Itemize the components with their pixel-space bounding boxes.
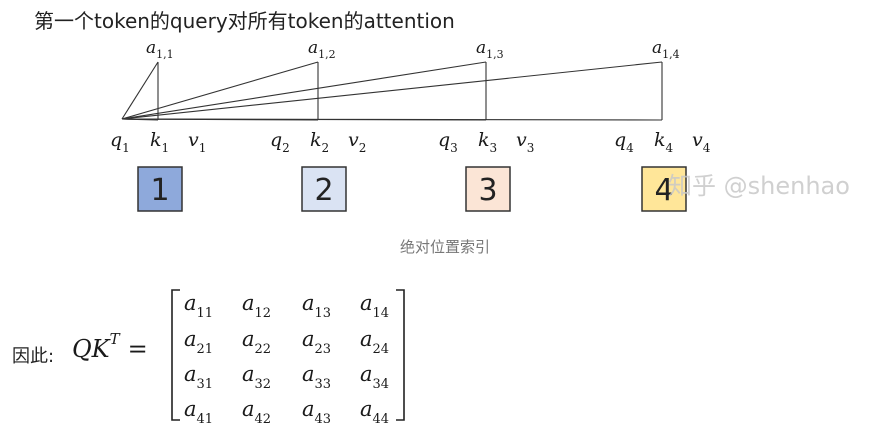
q-label-1: q1 (110, 129, 130, 155)
k-label-3: k3 (478, 129, 497, 155)
v-label-3: v3 (516, 129, 534, 155)
attention-link-4 (121, 61, 663, 120)
matrix-cell-2-1: a21 (184, 327, 213, 357)
v-label-2: v2 (348, 129, 366, 155)
matrix-cell-2-3: a23 (302, 327, 331, 357)
k-label-2: k2 (310, 129, 329, 155)
matrix-cell-4-2: a42 (242, 397, 271, 427)
v-label-1: v1 (188, 129, 206, 155)
caption: 绝对位置索引 (399, 238, 490, 256)
k-label-1: k1 (150, 129, 169, 155)
qkv-labels: q1 k1 v1 q2 k2 v2 q3 k3 v3 q4 k4 v4 (110, 129, 711, 155)
lhs-base: QK (72, 335, 110, 363)
matrix-cell-2-4: a24 (360, 327, 389, 357)
matrix-cell-3-3: a33 (302, 362, 331, 392)
attention-label-3: a1,3 (476, 38, 504, 61)
attention-labels: a1,1 a1,2 a1,3 a1,4 (146, 38, 680, 61)
attention-matrix: a11 a12 a13 a14 a21 a22 a23 a24 a31 a32 a33 a34 a41 a… (171, 289, 405, 427)
position-box-label-3: 3 (478, 173, 497, 208)
equals-sign: = (127, 335, 148, 363)
q-label-4: q4 (614, 129, 634, 155)
matrix-cell-4-1: a41 (184, 397, 213, 427)
attention-label-2: a1,2 (308, 38, 336, 61)
matrix-cell-1-2: a12 (242, 291, 271, 321)
attention-lines (121, 61, 663, 121)
matrix-left-bracket (171, 289, 180, 421)
watermark-text: 知乎 @shenhao (668, 172, 850, 200)
matrix-cell-3-4: a34 (360, 362, 389, 392)
matrix-cell-4-4: a44 (360, 397, 389, 427)
position-box-label-1: 1 (150, 173, 169, 208)
matrix-cell-1-1: a11 (184, 291, 213, 321)
k-label-4: k4 (654, 129, 674, 155)
attention-label-1: a1,1 (146, 38, 174, 61)
position-box-label-2: 2 (314, 173, 333, 208)
matrix-cell-1-3: a13 (302, 291, 331, 321)
q-label-2: q2 (270, 129, 290, 155)
attention-label-4: a1,4 (652, 38, 680, 61)
attention-link-3 (121, 61, 487, 120)
attention-link-2 (121, 61, 319, 120)
matrix-cell-2-2: a22 (242, 327, 271, 357)
position-boxes: 1234 (137, 166, 687, 212)
v-label-4: v4 (692, 129, 711, 155)
q-label-3: q3 (438, 129, 458, 155)
lhs-sup: T (109, 330, 120, 348)
matrix-right-bracket (396, 289, 405, 421)
watermark: 知乎 @shenhao (668, 172, 850, 200)
matrix-cell-4-3: a43 (302, 397, 331, 427)
matrix-cell-3-1: a31 (184, 362, 213, 392)
attention-diagram: a1,1 a1,2 a1,3 a1,4 q1 k1 v1 q2 k2 v2 q3 k3 v3 q4 k4 v… (110, 38, 850, 427)
formula-prefix: 因此: (12, 346, 55, 367)
matrix-cell-3-2: a32 (242, 362, 271, 392)
formula-lhs: QKT = (72, 330, 148, 363)
matrix-cell-1-4: a14 (360, 291, 389, 321)
